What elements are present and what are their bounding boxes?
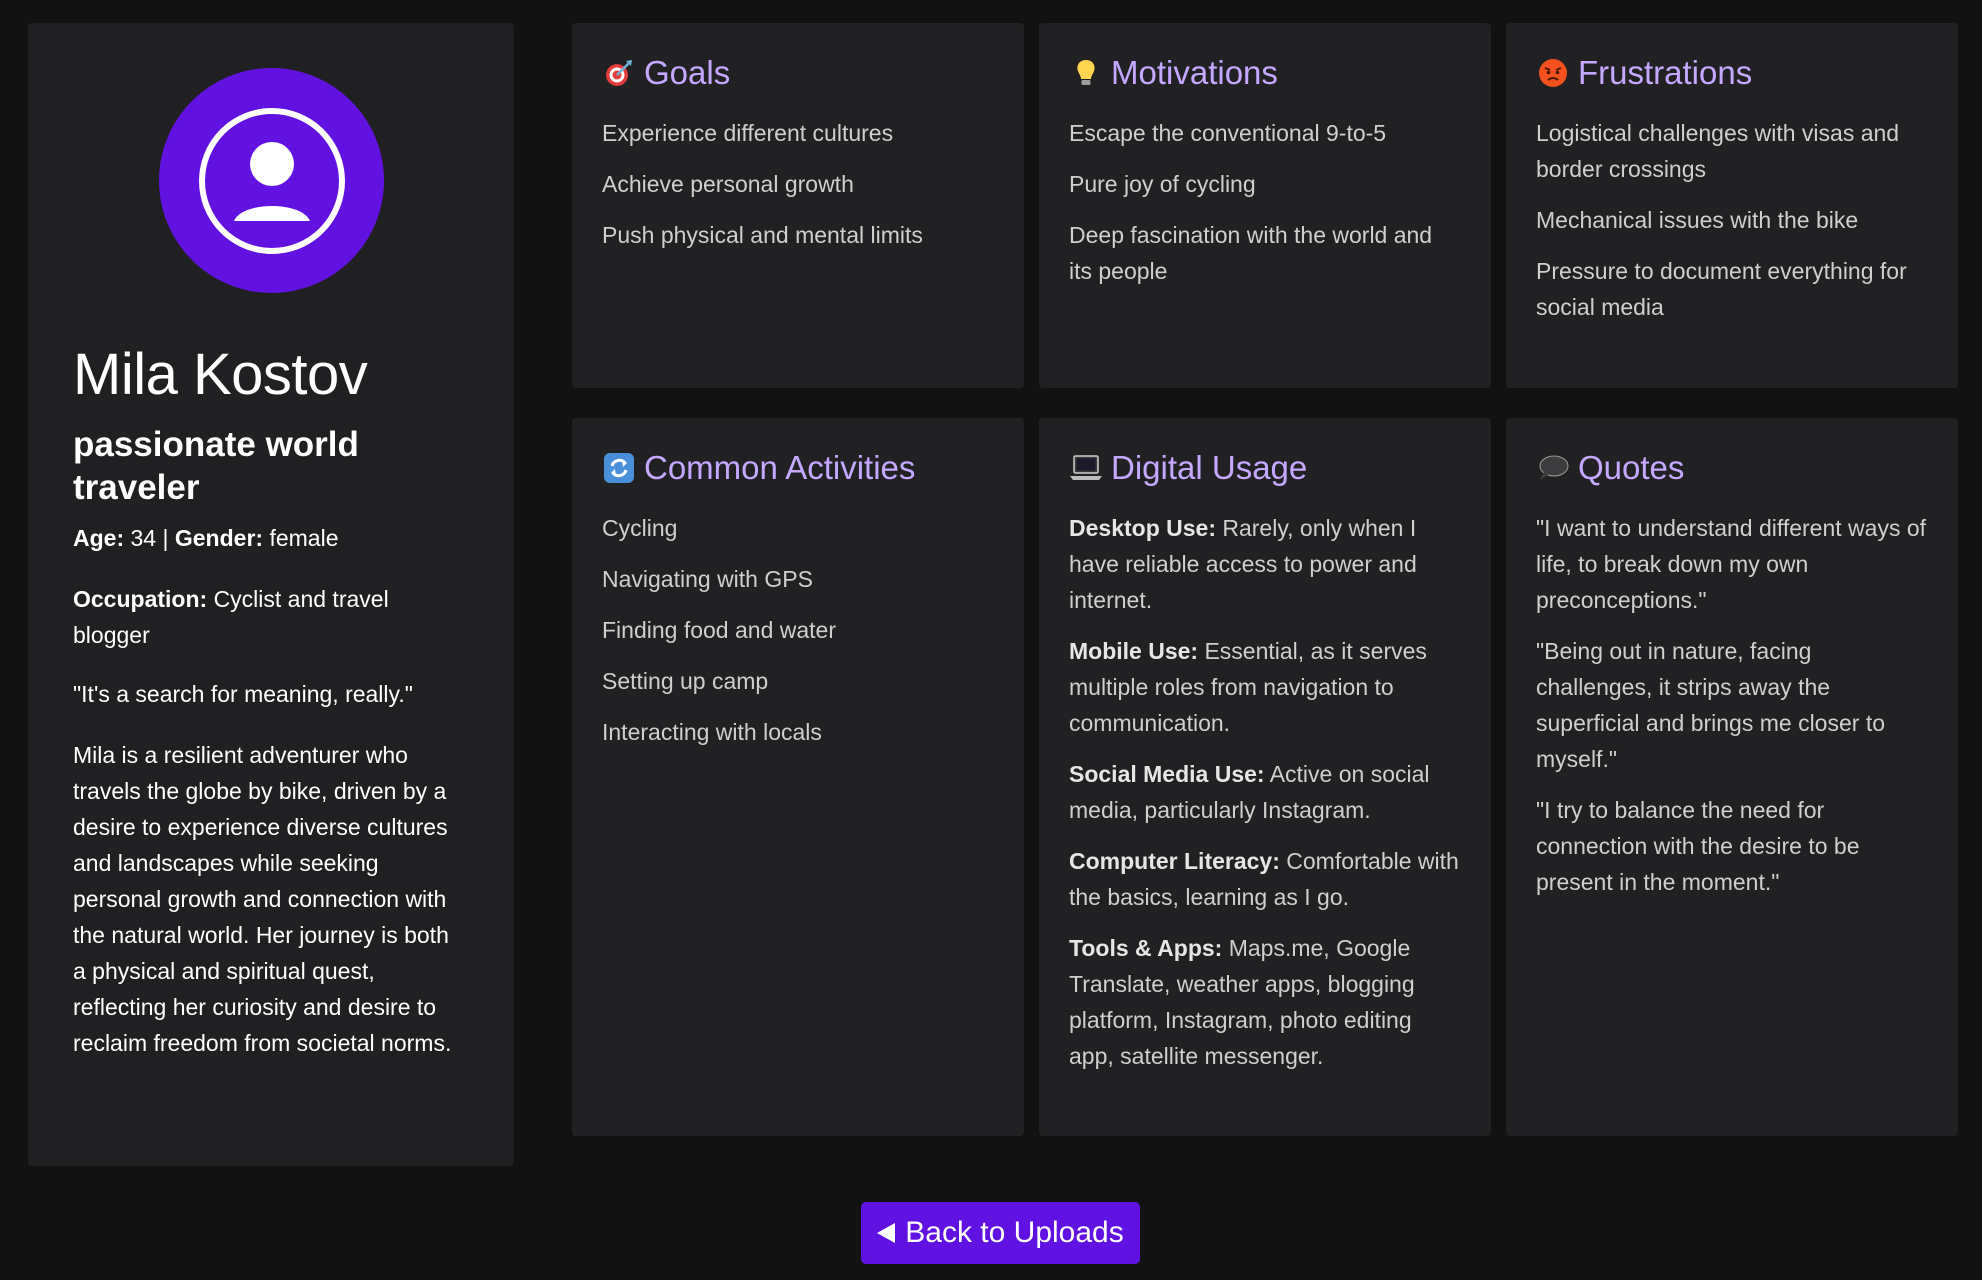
goals-title: Goals xyxy=(602,53,994,93)
laptop-icon xyxy=(1069,451,1103,485)
item-label: Mobile Use: xyxy=(1069,638,1199,664)
back-button-label: Back to Uploads xyxy=(905,1216,1124,1249)
age-gender-line: Age: 34 | Gender: female xyxy=(73,525,339,552)
list-item: "Being out in nature, facing challenges,… xyxy=(1536,638,1885,772)
list-item: Mobile Use: Essential, as it serves mult… xyxy=(1069,633,1461,741)
list-item: Finding food and water xyxy=(602,617,836,643)
profile-card: Mila Kostov passionate world traveler Ag… xyxy=(28,23,514,1166)
list-item: Escape the conventional 9-to-5 xyxy=(1069,120,1387,146)
goals-card: Goals Experience different cultures Achi… xyxy=(572,23,1024,388)
frustrations-title: Frustrations xyxy=(1536,53,1928,93)
list-item: "I try to balance the need for connectio… xyxy=(1536,797,1860,895)
item-label: Tools & Apps: xyxy=(1069,935,1223,961)
refresh-icon xyxy=(602,451,636,485)
target-icon xyxy=(602,56,636,90)
user-avatar-icon xyxy=(198,107,345,254)
lightbulb-icon xyxy=(1069,56,1103,90)
goals-list: Experience different cultures Achieve pe… xyxy=(602,115,994,253)
motivations-title: Motivations xyxy=(1069,53,1461,93)
persona-bio: Mila is a resilient adventurer who trave… xyxy=(73,742,452,1056)
avatar xyxy=(159,68,384,293)
frustrations-card: Frustrations Logistical challenges with … xyxy=(1506,23,1958,388)
age-label: Age: xyxy=(73,525,125,551)
list-item: Interacting with locals xyxy=(602,719,822,745)
card-title-text: Quotes xyxy=(1578,449,1685,486)
list-item: Navigating with GPS xyxy=(602,566,813,592)
item-label: Desktop Use: xyxy=(1069,515,1216,541)
card-title-text: Motivations xyxy=(1111,54,1278,91)
activities-title: Common Activities xyxy=(602,448,994,488)
card-title-text: Goals xyxy=(644,54,731,91)
quotes-card: Quotes "I want to understand different w… xyxy=(1506,418,1958,1136)
occupation-line: Occupation: Cyclist and travel blogger xyxy=(73,581,463,653)
back-to-uploads-button[interactable]: Back to Uploads xyxy=(861,1202,1140,1264)
persona-tagline: passionate world traveler xyxy=(73,425,359,507)
list-item: Social Media Use: Active on social media… xyxy=(1069,756,1461,828)
gender-label: Gender: xyxy=(174,525,264,551)
digital-usage-list: Desktop Use: Rarely, only when I have re… xyxy=(1069,510,1461,1074)
persona-page: Mila Kostov passionate world traveler Ag… xyxy=(0,0,1982,1280)
list-item: Computer Literacy: Comfortable with the … xyxy=(1069,843,1461,915)
quotes-list: "I want to understand different ways of … xyxy=(1536,510,1928,900)
list-item: Setting up camp xyxy=(602,668,769,694)
item-label: Computer Literacy: xyxy=(1069,848,1280,874)
list-item: Desktop Use: Rarely, only when I have re… xyxy=(1069,510,1461,618)
motivations-list: Escape the conventional 9-to-5 Pure joy … xyxy=(1069,115,1461,289)
card-title-text: Common Activities xyxy=(644,449,916,486)
frustrations-list: Logistical challenges with visas and bor… xyxy=(1536,115,1928,325)
persona-name: Mila Kostov xyxy=(73,342,368,407)
speech-bubble-icon xyxy=(1536,451,1570,485)
digital-usage-card: Digital Usage Desktop Use: Rarely, only … xyxy=(1039,418,1491,1136)
angry-face-icon xyxy=(1536,56,1570,90)
list-item: Pure joy of cycling xyxy=(1069,171,1256,197)
motivations-card: Motivations Escape the conventional 9-to… xyxy=(1039,23,1491,388)
occupation-label: Occupation: xyxy=(73,586,208,612)
card-title-text: Frustrations xyxy=(1578,54,1753,91)
card-title-text: Digital Usage xyxy=(1111,449,1308,486)
age-value: 34 xyxy=(130,525,157,551)
list-item: Cycling xyxy=(602,515,678,541)
quotes-title: Quotes xyxy=(1536,448,1928,488)
digital-usage-title: Digital Usage xyxy=(1069,448,1461,488)
activities-list: Cycling Navigating with GPS Finding food… xyxy=(602,510,994,750)
gender-value: female xyxy=(269,525,339,551)
list-item: Achieve personal growth xyxy=(602,171,854,197)
list-item: Pressure to document everything for soci… xyxy=(1536,258,1907,320)
list-item: Push physical and mental limits xyxy=(602,222,923,248)
item-label: Social Media Use: xyxy=(1069,761,1265,787)
meta-separator: | xyxy=(162,525,169,551)
list-item: Tools & Apps: Maps.me, Google Translate,… xyxy=(1069,930,1461,1074)
list-item: Experience different cultures xyxy=(602,120,894,146)
list-item: Mechanical issues with the bike xyxy=(1536,207,1859,233)
list-item: "I want to understand different ways of … xyxy=(1536,515,1927,613)
list-item: Logistical challenges with visas and bor… xyxy=(1536,120,1900,182)
list-item: Deep fascination with the world and its … xyxy=(1069,222,1433,284)
back-triangle-icon xyxy=(877,1223,896,1243)
activities-card: Common Activities Cycling Navigating wit… xyxy=(572,418,1024,1136)
persona-quote: "It's a search for meaning, really." xyxy=(73,681,413,707)
